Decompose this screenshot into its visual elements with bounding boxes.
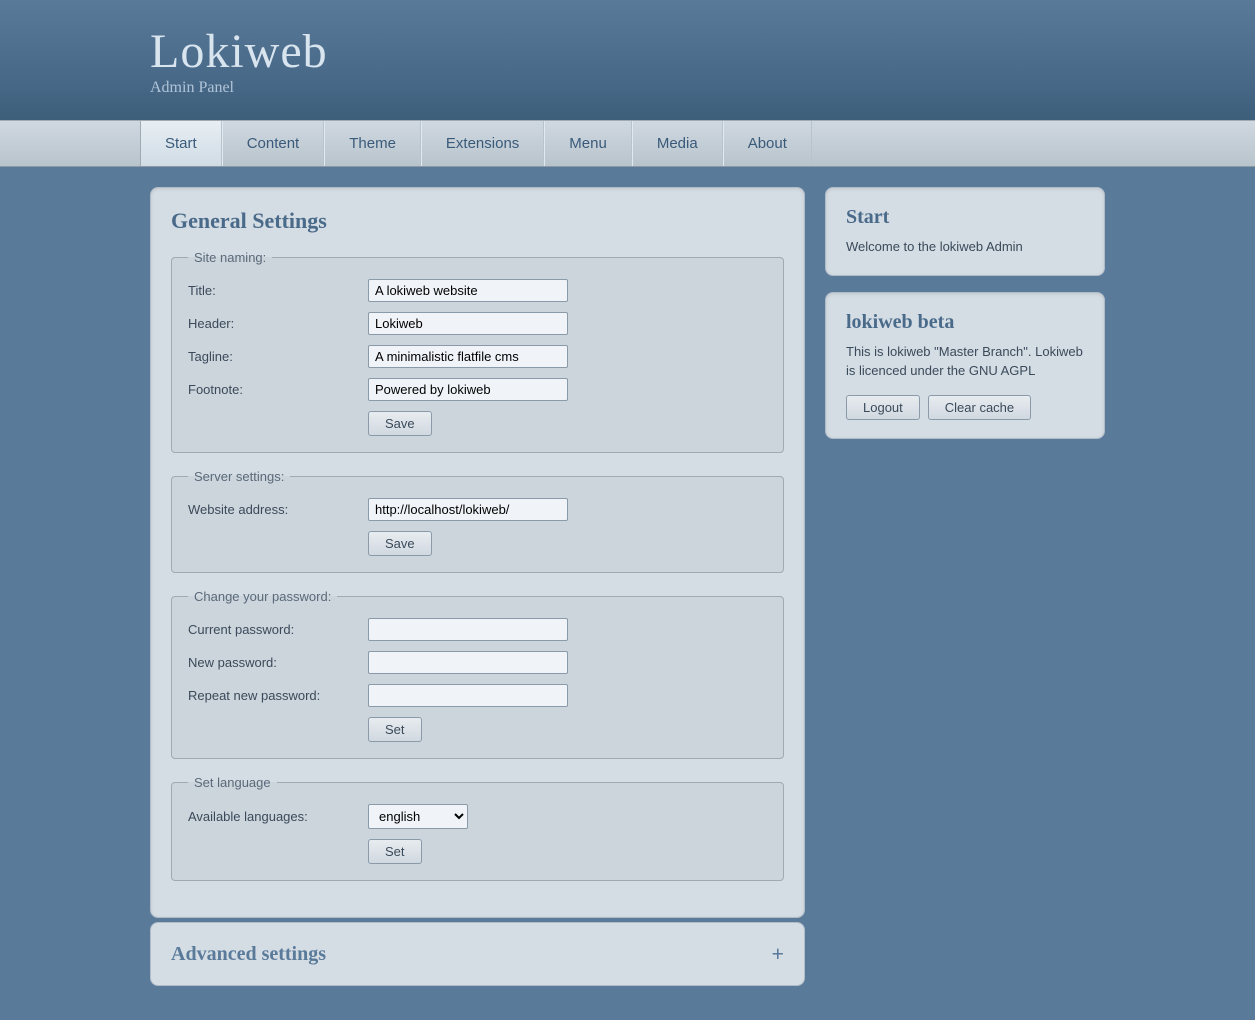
site-naming-save-button[interactable]: Save: [368, 411, 432, 436]
password-set-row: Set: [188, 717, 767, 742]
start-card-description: Welcome to the lokiweb Admin: [846, 237, 1084, 257]
footnote-row: Footnote:: [188, 378, 767, 401]
change-password-section: Change your password: Current password: …: [171, 589, 784, 759]
footnote-input[interactable]: [368, 378, 568, 401]
current-password-input[interactable]: [368, 618, 568, 641]
beta-card: lokiweb beta This is lokiweb "Master Bra…: [825, 292, 1105, 439]
header: Lokiweb Admin Panel: [0, 0, 1255, 120]
language-set-row: Set: [188, 839, 767, 864]
start-card-title: Start: [846, 206, 1084, 229]
nav-item-extensions[interactable]: Extensions: [421, 121, 544, 166]
language-row: Available languages: english: [188, 804, 767, 829]
address-row: Website address:: [188, 498, 767, 521]
language-set-button[interactable]: Set: [368, 839, 422, 864]
repeat-password-label: Repeat new password:: [188, 688, 368, 703]
start-card: Start Welcome to the lokiweb Admin: [825, 187, 1105, 276]
panel-title: General Settings: [171, 208, 784, 234]
clear-cache-button[interactable]: Clear cache: [928, 395, 1031, 420]
main-panel: General Settings Site naming: Title: Hea…: [150, 187, 805, 918]
new-password-input[interactable]: [368, 651, 568, 674]
site-naming-save-row: Save: [188, 411, 767, 436]
nav-item-theme[interactable]: Theme: [324, 121, 421, 166]
footnote-label: Footnote:: [188, 382, 368, 397]
change-password-legend: Change your password:: [188, 589, 337, 604]
beta-card-actions: Logout Clear cache: [846, 395, 1084, 420]
set-language-legend: Set language: [188, 775, 277, 790]
tagline-label: Tagline:: [188, 349, 368, 364]
language-select[interactable]: english: [368, 804, 468, 829]
header-label: Header:: [188, 316, 368, 331]
title-input[interactable]: [368, 279, 568, 302]
server-settings-legend: Server settings:: [188, 469, 290, 484]
address-label: Website address:: [188, 502, 368, 517]
site-subtitle: Admin Panel: [150, 79, 328, 97]
advanced-settings-panel[interactable]: Advanced settings +: [150, 922, 805, 986]
header-input[interactable]: [368, 312, 568, 335]
nav-item-media[interactable]: Media: [632, 121, 723, 166]
set-language-section: Set language Available languages: englis…: [171, 775, 784, 881]
header-row: Header:: [188, 312, 767, 335]
nav-item-content[interactable]: Content: [222, 121, 325, 166]
advanced-settings-expand-icon: +: [771, 941, 784, 967]
repeat-password-row: Repeat new password:: [188, 684, 767, 707]
title-label: Title:: [188, 283, 368, 298]
server-settings-save-row: Save: [188, 531, 767, 556]
logout-button[interactable]: Logout: [846, 395, 920, 420]
main-nav: Start Content Theme Extensions Menu Medi…: [0, 120, 1255, 167]
language-label: Available languages:: [188, 809, 368, 824]
beta-card-title: lokiweb beta: [846, 311, 1084, 334]
repeat-password-input[interactable]: [368, 684, 568, 707]
right-panel: Start Welcome to the lokiweb Admin lokiw…: [825, 187, 1105, 439]
site-naming-section: Site naming: Title: Header: Tagline: Foo…: [171, 250, 784, 453]
current-password-label: Current password:: [188, 622, 368, 637]
current-password-row: Current password:: [188, 618, 767, 641]
nav-item-start[interactable]: Start: [140, 121, 222, 166]
tagline-input[interactable]: [368, 345, 568, 368]
site-title: Lokiweb: [150, 24, 328, 79]
tagline-row: Tagline:: [188, 345, 767, 368]
beta-card-description: This is lokiweb "Master Branch". Lokiweb…: [846, 342, 1084, 381]
advanced-settings-title: Advanced settings: [171, 943, 326, 966]
content-area: General Settings Site naming: Title: Hea…: [0, 167, 1255, 1006]
title-row: Title:: [188, 279, 767, 302]
left-column: General Settings Site naming: Title: Hea…: [150, 187, 805, 986]
password-set-button[interactable]: Set: [368, 717, 422, 742]
site-naming-legend: Site naming:: [188, 250, 272, 265]
nav-item-menu[interactable]: Menu: [544, 121, 632, 166]
address-input[interactable]: [368, 498, 568, 521]
nav-item-about[interactable]: About: [723, 121, 812, 166]
new-password-label: New password:: [188, 655, 368, 670]
server-settings-section: Server settings: Website address: Save: [171, 469, 784, 573]
server-settings-save-button[interactable]: Save: [368, 531, 432, 556]
new-password-row: New password:: [188, 651, 767, 674]
